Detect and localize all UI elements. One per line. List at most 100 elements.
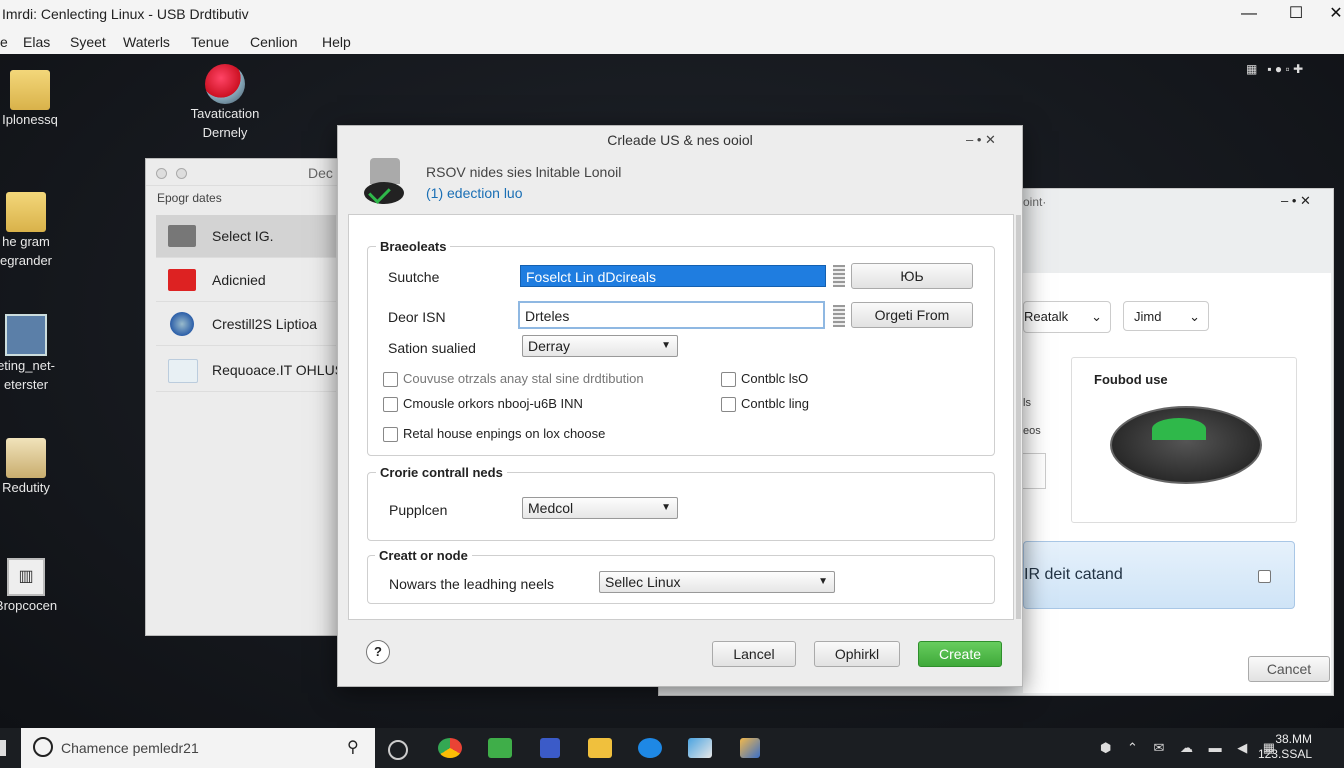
purpose-select[interactable]: Medcol ▼ xyxy=(522,497,678,519)
left-window-section: Epogr dates xyxy=(157,191,222,205)
search-input[interactable]: Chamence pemledr21 xyxy=(61,740,199,756)
source-browse-button[interactable]: ЮЬ xyxy=(851,263,973,289)
window-dot-icon[interactable] xyxy=(156,168,167,179)
station-select[interactable]: Derray ▼ xyxy=(522,335,678,357)
right-side-control[interactable] xyxy=(1023,453,1046,489)
source-input[interactable]: Foselct Lin dDcireals xyxy=(520,265,826,287)
desktop-icon-folder-3[interactable]: Redutity xyxy=(0,438,66,497)
desktop-icon-label: Iplonessq xyxy=(2,112,58,127)
dialog-panel: Braeoleats Suutche Foselct Lin dDcireals… xyxy=(348,214,1021,620)
usb-indicator-icon xyxy=(1152,418,1206,440)
window-dot-icon[interactable] xyxy=(176,168,187,179)
app-blue-icon[interactable] xyxy=(540,738,560,758)
checkbox-label-5: Contblc ling xyxy=(741,396,809,411)
desktop-icon-label: he gram xyxy=(2,234,50,249)
group-title-1: Braeoleats xyxy=(376,239,451,254)
scroll-handle-icon[interactable] xyxy=(833,305,845,327)
globe-icon xyxy=(170,312,194,336)
right-window-controls[interactable]: – • ✕ xyxy=(1281,193,1311,209)
usb-card[interactable]: Foubod use xyxy=(1071,357,1297,523)
cancel-button[interactable]: Lancel xyxy=(712,641,796,667)
chrome-icon[interactable] xyxy=(438,738,462,758)
list-item-label: Adicnied xyxy=(212,272,266,288)
folder-icon xyxy=(10,70,50,110)
list-item-label: Crestill2S Liptioa xyxy=(212,316,318,332)
group-title-2: Crorie contrall neds xyxy=(376,465,507,480)
search-icon: ⚲ xyxy=(347,739,359,756)
checkbox-option-1[interactable] xyxy=(383,372,398,387)
tab-reatalk[interactable]: Reatalk ⌄ xyxy=(1023,301,1111,333)
open-from-button[interactable]: Orgeti From xyxy=(851,302,973,328)
status-banner[interactable]: IR deit catand xyxy=(1023,541,1295,609)
option-button[interactable]: Ophirkl xyxy=(814,641,900,667)
tab-label: Jimd xyxy=(1134,309,1162,324)
list-item[interactable]: Crestill2S Liptioa xyxy=(156,303,336,346)
help-button[interactable]: ? xyxy=(366,640,390,664)
start-edge-icon[interactable] xyxy=(0,740,6,756)
panel-scrollbar[interactable] xyxy=(1016,215,1021,619)
checkbox-option-5[interactable] xyxy=(721,397,736,412)
system-tray-icons[interactable]: ⬢ ⌃ ✉ ☁ ▬ ◀ ▦ xyxy=(1100,740,1281,756)
tab-jimd[interactable]: Jimd ⌄ xyxy=(1123,301,1209,331)
label-purpose: Pupplcen xyxy=(389,502,448,518)
menu-item-elas[interactable]: Elas xyxy=(23,34,50,50)
usb-card-label: Foubod use xyxy=(1094,372,1168,387)
task-view-icon[interactable] xyxy=(388,740,408,760)
menu-item-e[interactable]: e xyxy=(0,34,8,50)
checkbox-option-3[interactable] xyxy=(383,427,398,442)
right-side-text-1: ls xyxy=(1023,397,1031,409)
checkbox-label-3: Retal house enpings on lox choose xyxy=(403,426,606,441)
distribution-select[interactable]: Sellec Linux ▼ xyxy=(599,571,835,593)
select-value: Sellec Linux xyxy=(605,574,681,590)
right-window-title: oint· xyxy=(1023,195,1047,209)
taskbar-search[interactable]: Chamence pemledr21 ⚲ xyxy=(21,728,375,768)
list-item[interactable]: Adicnied xyxy=(156,259,336,302)
dialog-window-controls[interactable]: – • ✕ xyxy=(966,132,996,148)
right-cancel-button[interactable]: Cancet xyxy=(1248,656,1330,682)
desktop-icon-label-2: eterster xyxy=(3,377,49,392)
maximize-button[interactable]: ☐ xyxy=(1276,2,1316,26)
menu-item-waterls[interactable]: Waterls xyxy=(123,34,170,50)
create-button[interactable]: Create xyxy=(918,641,1002,667)
desktop-icon-label: Bropcocen xyxy=(0,598,58,613)
label-node: Nowars the leadhing neels xyxy=(389,576,554,592)
menu-item-tenue[interactable]: Tenue xyxy=(191,34,229,50)
list-item[interactable]: Select IG. xyxy=(156,215,336,258)
dialog-title: Crleade US & nes ooiol xyxy=(607,132,753,148)
edge-icon[interactable] xyxy=(638,738,662,758)
desktop-icon-archive[interactable]: ▥ Bropcocen xyxy=(0,558,66,615)
desktop-icon-computer[interactable]: eting_net- eterster xyxy=(0,314,66,394)
checkbox-label-1: Couvuse otrzals anay stal sine drdtibuti… xyxy=(403,371,644,386)
desktop-icon-folder-2[interactable]: he gram egrander xyxy=(0,192,66,270)
right-window-content: Reatalk ⌄ Jimd ⌄ ls eos Foubod use IR deit… xyxy=(1023,273,1331,693)
banner-checkbox[interactable] xyxy=(1258,570,1271,583)
list-item[interactable]: Requoace.IT OHLUSR xyxy=(156,349,354,392)
left-window-title: Dec xyxy=(308,165,333,181)
banner-text: IR deit catand xyxy=(1024,566,1123,583)
app-green-icon[interactable] xyxy=(488,738,512,758)
close-button[interactable]: ✕ xyxy=(1316,2,1344,26)
right-side-text-2: eos xyxy=(1023,425,1041,437)
desktop-icon-folder-1[interactable]: Iplonessq xyxy=(0,70,70,129)
checkbox-option-4[interactable] xyxy=(721,372,736,387)
checkbox-option-2[interactable] xyxy=(383,397,398,412)
globe-icon xyxy=(205,64,245,104)
device-input[interactable]: Drteles xyxy=(518,301,825,329)
menu-item-syeet[interactable]: Syeet xyxy=(70,34,106,50)
app-pen-icon[interactable] xyxy=(740,738,760,758)
menu-item-cenlion[interactable]: Cenlion xyxy=(250,34,297,50)
minimize-button[interactable]: — xyxy=(1229,2,1269,26)
desktop-icon-label: eting_net- xyxy=(0,358,55,373)
chevron-down-icon: ⌄ xyxy=(1091,309,1102,324)
dropdown-arrow-icon: ▼ xyxy=(661,502,671,513)
desktop-icon-globe[interactable]: Tavatication Dernely xyxy=(180,64,270,142)
app-photos-icon[interactable] xyxy=(688,738,712,758)
file-explorer-icon[interactable] xyxy=(588,738,612,758)
menu-item-help[interactable]: Help xyxy=(322,34,351,50)
scroll-handle-icon[interactable] xyxy=(833,265,845,287)
select-value: Derray xyxy=(528,338,571,354)
label-device: Deor ISN xyxy=(388,309,446,325)
desktop-icon-label-2: Dernely xyxy=(202,125,248,140)
tab-label: Reatalk xyxy=(1024,309,1069,324)
drive-icon xyxy=(168,225,196,247)
